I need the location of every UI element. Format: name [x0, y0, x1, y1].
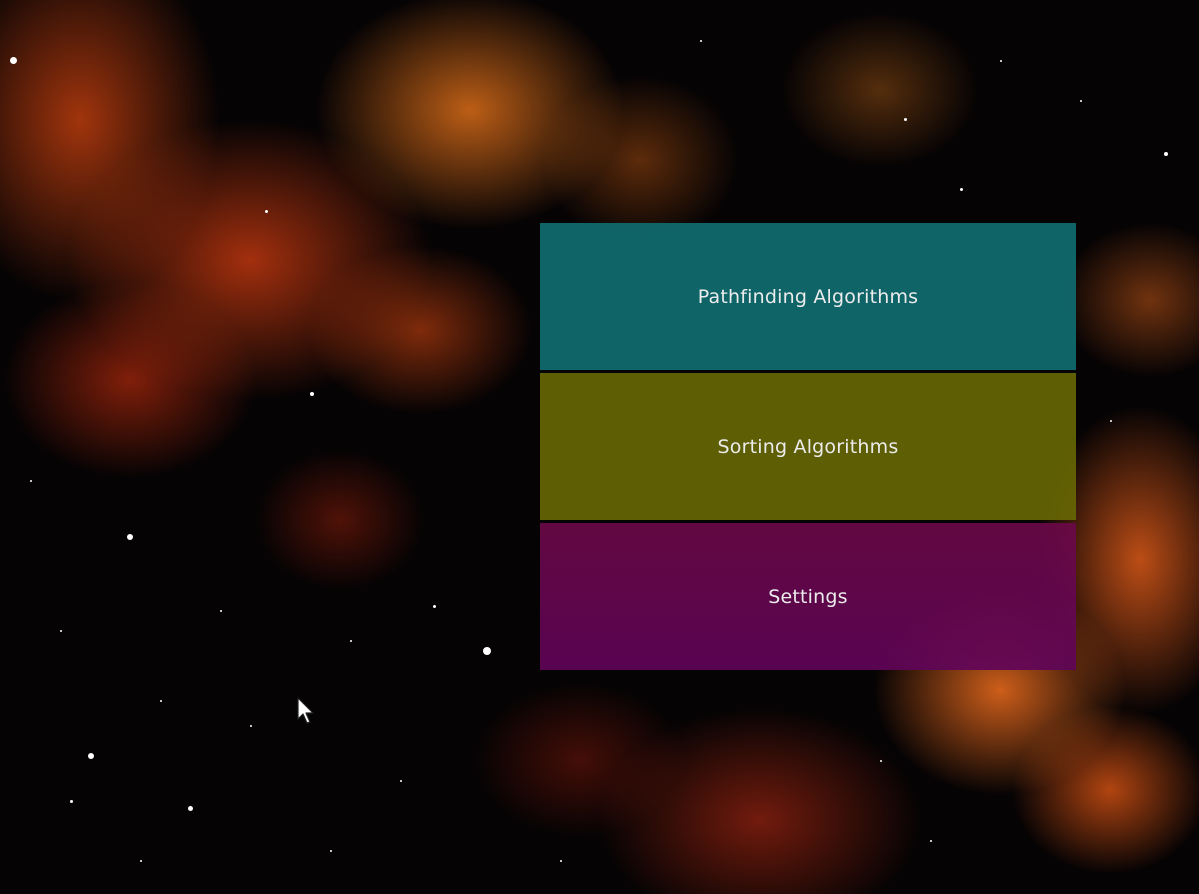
pathfinding-algorithms-button[interactable]: Pathfinding Algorithms: [540, 223, 1076, 370]
star: [310, 392, 314, 396]
star: [700, 40, 702, 42]
star: [127, 534, 133, 540]
sorting-algorithms-button[interactable]: Sorting Algorithms: [540, 373, 1076, 520]
star: [1000, 60, 1002, 62]
star: [350, 640, 352, 642]
star: [1164, 152, 1168, 156]
star: [160, 700, 162, 702]
star: [930, 840, 932, 842]
star: [30, 480, 32, 482]
star: [88, 753, 94, 759]
star: [1080, 100, 1082, 102]
star: [960, 188, 963, 191]
star: [70, 800, 73, 803]
star: [140, 860, 142, 862]
star: [250, 725, 252, 727]
main-menu-screen: Pathfinding Algorithms Sorting Algorithm…: [0, 0, 1199, 894]
star: [880, 760, 882, 762]
star: [560, 860, 562, 862]
star: [10, 57, 17, 64]
star: [904, 118, 907, 121]
star: [220, 610, 222, 612]
star: [265, 210, 268, 213]
star: [60, 630, 62, 632]
star: [433, 605, 436, 608]
star: [188, 806, 193, 811]
settings-button[interactable]: Settings: [540, 523, 1076, 670]
main-menu: Pathfinding Algorithms Sorting Algorithm…: [540, 223, 1076, 670]
star: [400, 780, 402, 782]
mouse-pointer-icon: [297, 697, 314, 724]
star: [483, 647, 491, 655]
star: [1110, 420, 1112, 422]
star: [330, 850, 332, 852]
